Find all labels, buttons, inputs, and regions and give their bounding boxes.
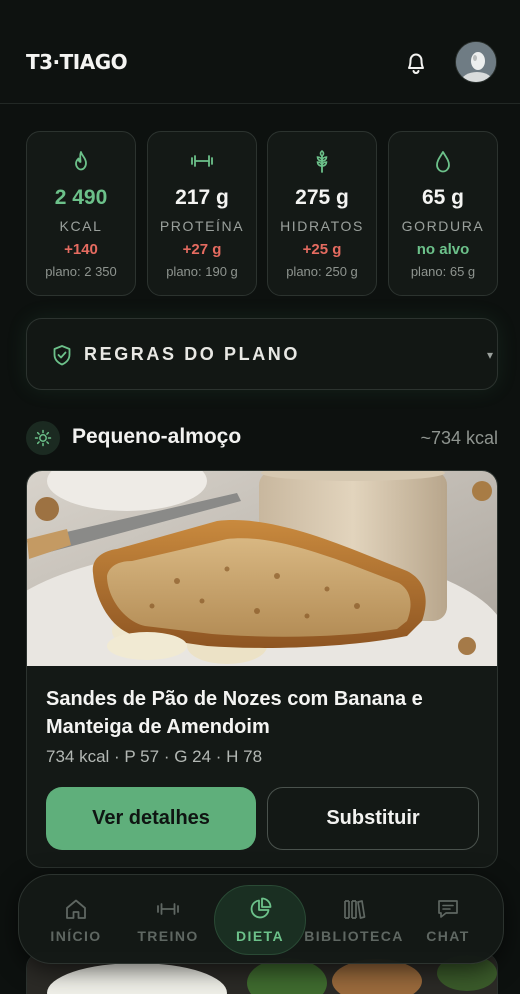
avatar[interactable] xyxy=(455,41,497,83)
meal-title: Pequeno-almoço xyxy=(72,425,242,448)
stat-fat: 65 g GORDURA no alvo plano: 65 g xyxy=(388,131,498,296)
app-logo[interactable]: T3·TIAGO xyxy=(26,50,128,74)
stat-value: 2 490 xyxy=(54,186,108,209)
stat-value: 65 g xyxy=(421,186,465,209)
meal-kcal: ~734 kcal xyxy=(420,428,498,448)
nav-item-treino[interactable]: TREINO xyxy=(119,875,217,965)
view-details-button[interactable]: Ver detalhes xyxy=(46,787,256,850)
stat-carbs: 275 g HIDRATOS +25 g plano: 250 g xyxy=(267,131,377,296)
stat-unit: GORDURA xyxy=(401,218,485,234)
bottom-nav: INÍCIO TREINO DIETA BIBLIOTECA CHAT xyxy=(18,874,504,964)
stat-delta: +140 xyxy=(64,241,98,258)
user-avatar-image xyxy=(456,42,496,82)
macro-stats: 2 490 KCAL +140 plano: 2 350 217 g PROTE… xyxy=(26,131,498,296)
bell-icon[interactable] xyxy=(404,50,428,76)
stat-kcal: 2 490 KCAL +140 plano: 2 350 xyxy=(26,131,136,296)
chat-icon xyxy=(438,900,458,918)
app-header: T3·TIAGO xyxy=(0,0,520,104)
library-icon xyxy=(344,900,366,919)
stat-delta: +25 g xyxy=(302,241,342,258)
meal-photo xyxy=(27,471,497,666)
wheat-icon xyxy=(316,150,328,173)
stat-delta: +27 g xyxy=(182,241,222,258)
meal-card[interactable]: Sandes de Pão de Nozes com Banana e Mant… xyxy=(26,470,498,868)
flame-icon xyxy=(75,151,87,171)
shield-check-icon xyxy=(53,345,71,366)
nav-item-biblioteca[interactable]: BIBLIOTECA xyxy=(304,875,403,965)
chevron-down-icon: ▾ xyxy=(487,348,494,362)
droplet-icon xyxy=(436,151,450,173)
pie-chart-icon xyxy=(250,897,272,919)
plan-rules-dropdown[interactable]: REGRAS DO PLANO ▾ xyxy=(26,318,498,390)
sun-icon xyxy=(34,429,52,447)
nav-label: CHAT xyxy=(426,928,470,944)
stat-plan: plano: 250 g xyxy=(286,264,358,279)
substitute-button[interactable]: Substituir xyxy=(267,787,479,850)
stat-plan: plano: 65 g xyxy=(410,264,476,279)
stat-value: 217 g xyxy=(175,186,229,209)
sun-badge xyxy=(26,421,60,455)
stat-unit: PROTEÍNA xyxy=(159,218,245,234)
meal-section-header: Pequeno-almoço ~734 kcal xyxy=(26,420,498,456)
dumbbell-icon xyxy=(157,903,179,915)
stat-plan: plano: 190 g xyxy=(166,264,238,279)
stat-delta: no alvo xyxy=(416,241,470,258)
home-icon xyxy=(66,899,86,919)
meal-name: Sandes de Pão de Nozes com Banana e Mant… xyxy=(46,688,423,738)
stat-plan: plano: 2 350 xyxy=(45,264,117,279)
nav-item-chat[interactable]: CHAT xyxy=(399,875,497,965)
meal-macros: 734 kcal · P 57 · G 24 · H 78 xyxy=(46,747,263,766)
nav-item-dieta[interactable]: DIETA xyxy=(211,875,309,965)
dumbbell-icon xyxy=(191,155,213,167)
stat-value: 275 g xyxy=(295,186,349,209)
stat-protein: 217 g PROTEÍNA +27 g plano: 190 g xyxy=(147,131,257,296)
stat-unit: HIDRATOS xyxy=(280,218,364,234)
plan-rules-label: REGRAS DO PLANO xyxy=(84,344,301,364)
nav-item-inicio[interactable]: INÍCIO xyxy=(27,875,125,965)
stat-unit: KCAL xyxy=(59,218,103,234)
